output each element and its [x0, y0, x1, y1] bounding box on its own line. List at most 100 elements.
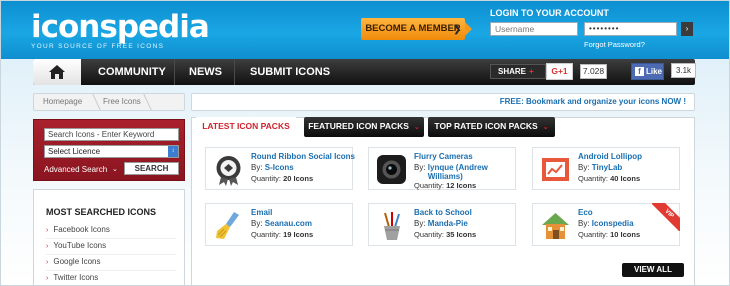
chevron-down-icon[interactable]: ⌄ [112, 165, 118, 173]
search-input[interactable]: Search Icons - Enter Keyword [44, 128, 179, 141]
house-icon [542, 213, 569, 239]
quantity-label: Quantity: [578, 174, 609, 183]
by-label: By: [578, 163, 590, 172]
pack-quantity-line: Quantity: 10 Icons [578, 230, 640, 239]
pack-quantity: 40 Icons [610, 174, 641, 183]
broom-icon [216, 212, 239, 239]
tab-label: FEATURED ICON PACKS [308, 121, 409, 131]
pack-title[interactable]: Eco [578, 208, 593, 217]
by-label: By: [414, 219, 426, 228]
pack-author-line: By: lynque (Andrew Williams) [414, 163, 503, 181]
pack-author[interactable]: S-Icons [265, 163, 294, 172]
nav-item-community[interactable]: COMMUNITY [98, 59, 166, 85]
login-submit-button[interactable]: › [681, 22, 693, 36]
chevron-down-icon: ⌄ [542, 124, 549, 131]
search-button[interactable]: SEARCH [124, 162, 179, 175]
username-input[interactable]: Username [490, 22, 578, 36]
facebook-like-button[interactable]: f Like [631, 63, 664, 80]
list-item[interactable]: › Twitter Icons [46, 271, 176, 285]
pack-quantity-line: Quantity: 35 Icons [414, 230, 476, 239]
quantity-label: Quantity: [251, 230, 282, 239]
icon-pack-card[interactable]: Round Ribbon Social Icons By: S-Icons Qu… [205, 147, 355, 190]
vip-badge: VIP [652, 203, 680, 231]
facebook-like-count: 3.1k [671, 63, 696, 78]
list-item[interactable]: › Google Icons [46, 255, 176, 271]
facebook-icon: f [635, 67, 644, 76]
licence-select-value: Select Licence [48, 147, 101, 156]
icon-packs-panel: LATEST ICON PACKS FEATURED ICON PACKS ⌄ T… [191, 117, 695, 285]
pack-author[interactable]: Seanau.com [265, 219, 312, 228]
breadcrumb-homepage[interactable]: Homepage [43, 94, 82, 110]
share-label: SHARE [498, 67, 527, 76]
list-item-label: YouTube Icons [53, 241, 107, 250]
most-searched-box: MOST SEARCHED ICONS › Facebook Icons › You… [33, 189, 185, 285]
select-arrows-icon: ↕ [168, 146, 178, 157]
become-member-button[interactable]: BECOME A MEMBER ❯ [361, 18, 472, 40]
icon-pack-card[interactable]: Email By: Seanau.com Quantity: 19 Icons [205, 203, 353, 246]
pack-author-line: By: Seanau.com [251, 219, 312, 228]
chevron-right-icon: › [46, 275, 49, 282]
pack-quantity-line: Quantity: 20 Icons [251, 174, 313, 183]
pack-quantity-line: Quantity: 19 Icons [251, 230, 313, 239]
view-all-button[interactable]: VIEW ALL [622, 263, 684, 277]
pack-quantity-line: Quantity: 40 Icons [578, 174, 640, 183]
icon-pack-card[interactable]: Eco By: Iconspedia Quantity: 10 Icons VI… [532, 203, 680, 246]
pack-author[interactable]: lynque (Andrew Williams) [428, 163, 503, 181]
chart-icon [542, 158, 569, 181]
pack-quantity-line: Quantity: 12 Icons [414, 181, 476, 190]
chevron-right-icon: › [46, 227, 49, 234]
tab-featured-icon-packs[interactable]: FEATURED ICON PACKS ⌄ [304, 117, 424, 137]
list-item[interactable]: › Facebook Icons [46, 223, 176, 239]
page-frame: iconspedia YOUR SOURCE OF FREE ICONS BEC… [0, 0, 730, 286]
most-searched-title: MOST SEARCHED ICONS [46, 207, 157, 217]
site-header: iconspedia YOUR SOURCE OF FREE ICONS BEC… [1, 1, 729, 59]
forgot-password-link[interactable]: Forgot Password? [584, 40, 645, 49]
home-icon [49, 65, 65, 79]
chevron-down-icon: ⌄ [413, 124, 420, 131]
pack-title[interactable]: Flurry Cameras [414, 152, 473, 161]
pack-quantity: 19 Icons [283, 230, 314, 239]
tab-latest-icon-packs[interactable]: LATEST ICON PACKS [196, 117, 296, 137]
pack-quantity: 10 Icons [610, 230, 641, 239]
share-button[interactable]: SHARE + [490, 64, 546, 79]
site-logo[interactable]: iconspedia YOUR SOURCE OF FREE ICONS [31, 9, 210, 50]
nav-item-news[interactable]: NEWS [189, 59, 222, 85]
pack-title[interactable]: Round Ribbon Social Icons [251, 152, 355, 161]
tab-top-rated-icon-packs[interactable]: TOP RATED ICON PACKS ⌄ [428, 117, 555, 137]
nav-divider [174, 59, 175, 85]
quantity-label: Quantity: [578, 230, 609, 239]
pack-author[interactable]: Iconspedia [592, 219, 634, 228]
breadcrumb-free-icons[interactable]: Free Icons [103, 94, 141, 110]
google-plus-count: 7.028 [580, 64, 607, 79]
chevron-right-icon: › [46, 243, 49, 250]
pack-author[interactable]: Manda-Pie [428, 219, 468, 228]
promo-banner[interactable]: FREE: Bookmark and organize your icons N… [191, 93, 695, 111]
pack-author-line: By: S-Icons [251, 163, 294, 172]
pack-title[interactable]: Back to School [414, 208, 472, 217]
pack-author-line: By: Manda-Pie [414, 219, 468, 228]
camera-icon [377, 155, 406, 184]
pack-title[interactable]: Email [251, 208, 272, 217]
licence-select[interactable]: Select Licence ↕ [44, 145, 179, 158]
pack-quantity: 35 Icons [446, 230, 477, 239]
icon-pack-card[interactable]: Android Lollipop By: TinyLab Quantity: 4… [532, 147, 680, 190]
tab-label: TOP RATED ICON PACKS [434, 121, 538, 131]
home-button[interactable] [33, 59, 81, 85]
list-item-label: Google Icons [53, 257, 101, 266]
password-input[interactable]: •••••••• [584, 22, 677, 36]
become-member-label: BECOME A MEMBER [365, 23, 461, 34]
google-plus-button[interactable]: G+1 [546, 63, 573, 80]
pack-author[interactable]: TinyLab [592, 163, 623, 172]
icon-pack-card[interactable]: Flurry Cameras By: lynque (Andrew Willia… [368, 147, 516, 190]
advanced-search-link[interactable]: Advanced Search [44, 165, 107, 174]
nav-item-submit-icons[interactable]: SUBMIT ICONS [250, 59, 330, 85]
icon-pack-card[interactable]: Back to School By: Manda-Pie Quantity: 3… [368, 203, 516, 246]
search-panel: Search Icons - Enter Keyword Select Lice… [33, 119, 185, 181]
ribbon-badge-icon [216, 156, 241, 186]
logo-text: iconspedia [31, 9, 210, 45]
list-item-label: Twitter Icons [53, 273, 99, 282]
facebook-like-label: Like [646, 67, 663, 76]
list-item[interactable]: › YouTube Icons [46, 239, 176, 255]
main-nav: COMMUNITY NEWS SUBMIT ICONS SHARE + G+1 7… [33, 59, 696, 85]
pack-title[interactable]: Android Lollipop [578, 152, 642, 161]
